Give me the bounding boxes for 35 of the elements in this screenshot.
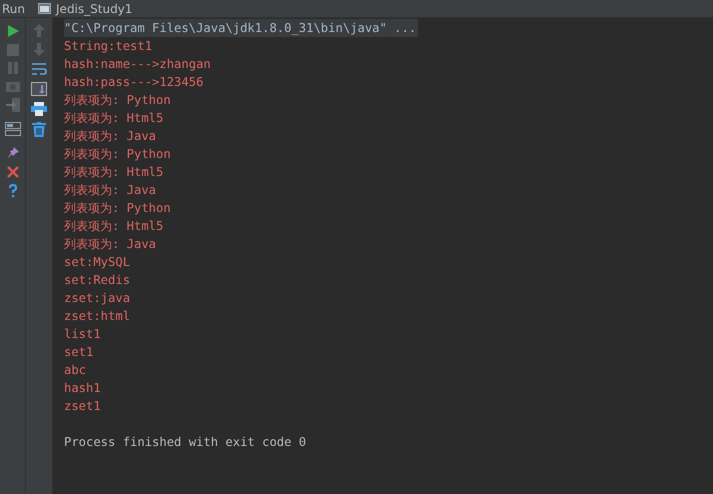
pin-icon[interactable] (6, 146, 20, 160)
console-line: 列表项为: Java (64, 128, 156, 145)
console-line: abc (64, 362, 86, 379)
console-line: hash1 (64, 380, 101, 397)
window-icon (38, 3, 52, 14)
soft-wrap-icon[interactable] (31, 62, 47, 76)
trash-icon[interactable] (32, 122, 46, 137)
print-icon[interactable] (31, 102, 47, 116)
console-line: set:MySQL (64, 254, 130, 271)
console-line: 列表项为: Html5 (64, 218, 164, 235)
scroll-to-end-icon[interactable] (31, 82, 47, 96)
help-icon[interactable] (8, 184, 18, 198)
console-line: zset1 (64, 398, 101, 415)
console-line: String:test1 (64, 38, 152, 55)
tool-window-label: Run (2, 2, 26, 16)
close-icon[interactable] (6, 166, 18, 178)
exit-icon[interactable] (6, 98, 20, 112)
console-line: 列表项为: Java (64, 236, 156, 253)
console-line: 列表项为: Java (64, 182, 156, 199)
console-line: zset:java (64, 290, 130, 307)
console-line: 列表项为: Python (64, 92, 171, 109)
console-line: hash:name--->zhangan (64, 56, 211, 73)
console-line: 列表项为: Html5 (64, 110, 164, 127)
console-line: Process finished with exit code 0 (64, 434, 306, 451)
console-line: 列表项为: Html5 (64, 164, 164, 181)
console-line: zset:html (64, 308, 130, 325)
run-tab[interactable]: Jedis_Study1 (56, 2, 132, 16)
console-line: set1 (64, 344, 94, 361)
layout-icon[interactable] (4, 122, 20, 136)
console-line: 列表项为: Python (64, 146, 171, 163)
console-line: set:Redis (64, 272, 130, 289)
run-icon[interactable] (6, 24, 20, 38)
console-line: 列表项为: Python (64, 200, 171, 217)
console-line: hash:pass--->123456 (64, 74, 204, 91)
console-line: list1 (64, 326, 101, 343)
